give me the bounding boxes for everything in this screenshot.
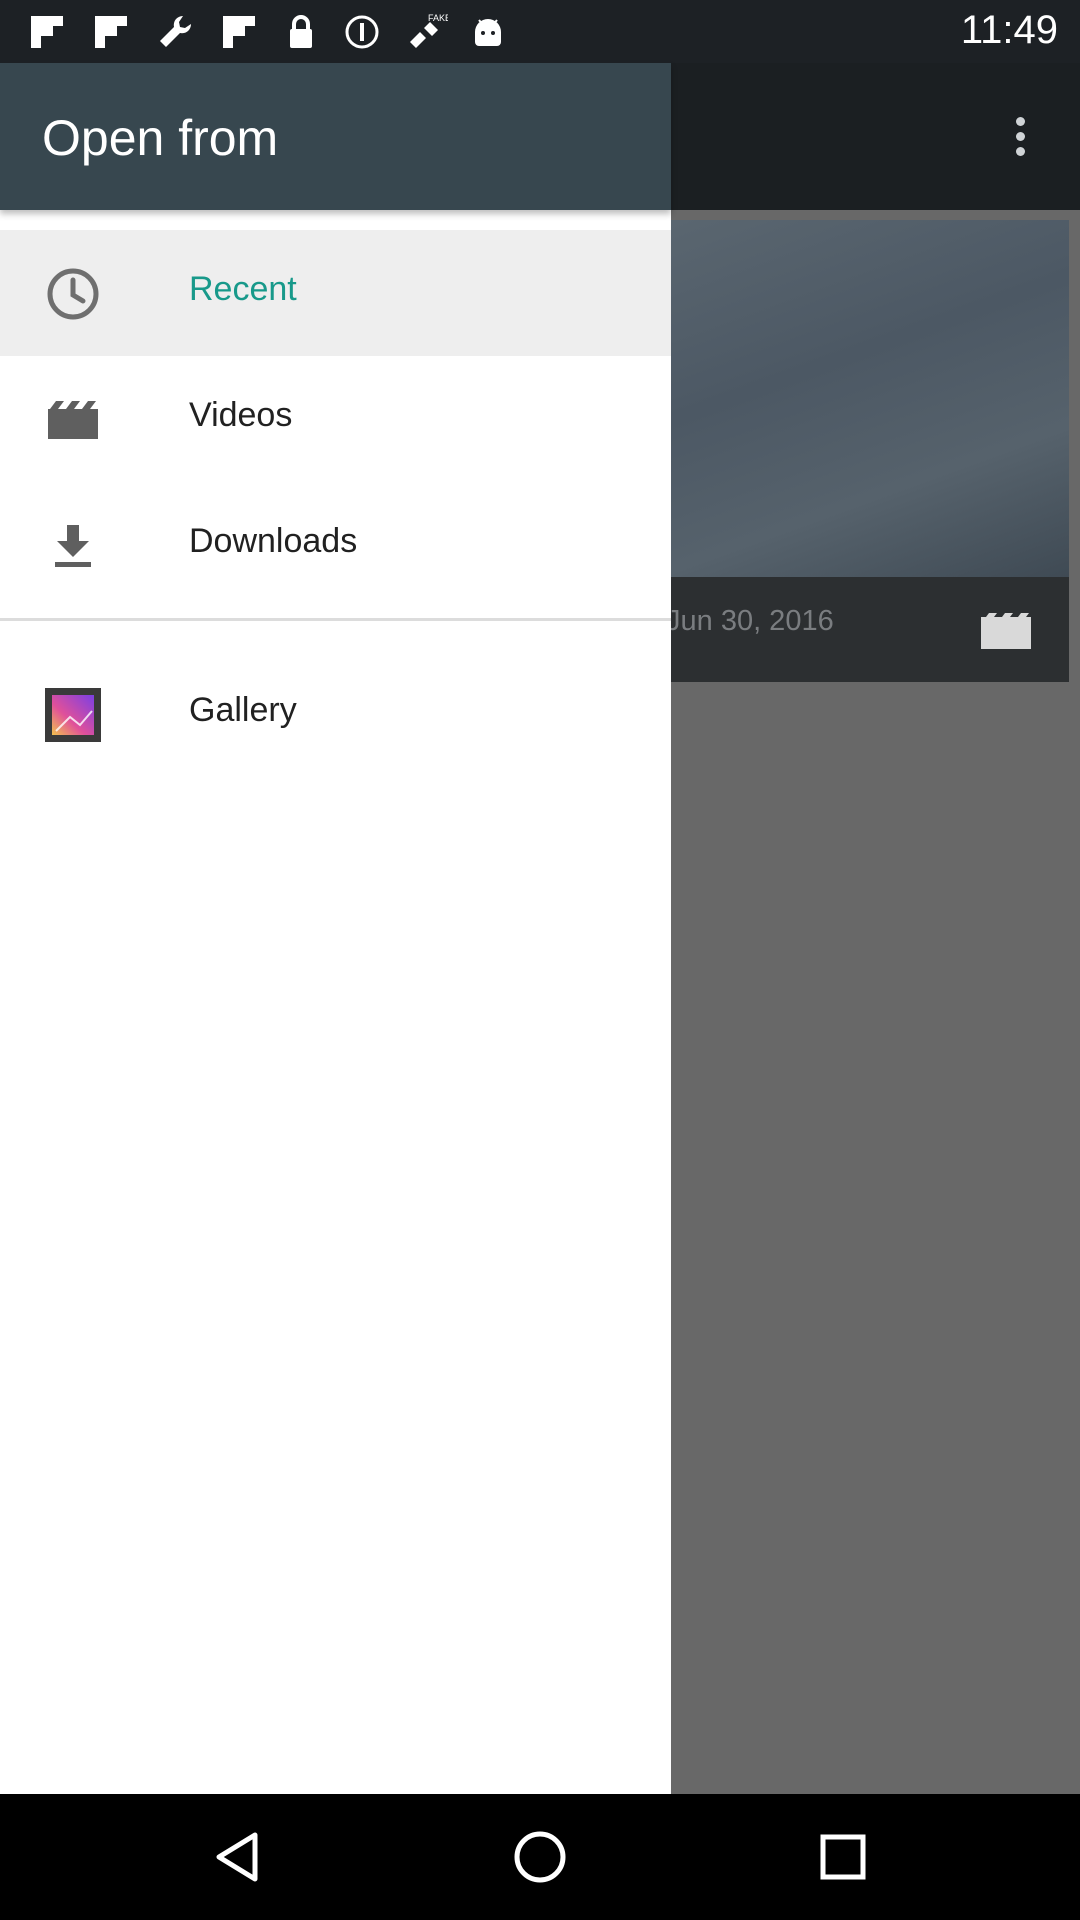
- drawer-item-label: Downloads: [189, 522, 358, 560]
- status-bar: FAKE 11:49: [0, 0, 1080, 63]
- navigation-drawer: Open from Recent Videos Downloads Galler…: [0, 63, 671, 1794]
- video-date: Jun 30, 2016: [671, 605, 834, 637]
- overflow-menu-button[interactable]: [960, 63, 1080, 210]
- system-navigation-bar: [0, 1794, 1080, 1920]
- drawer-title-clip: Open from: [0, 63, 290, 197]
- recents-icon[interactable]: [810, 1824, 876, 1890]
- download-icon: [44, 517, 102, 575]
- home-icon[interactable]: [507, 1824, 573, 1890]
- drawer-divider: [0, 618, 671, 621]
- video-clapper-icon: [44, 391, 102, 449]
- drawer-item-gallery[interactable]: Gallery: [0, 651, 671, 777]
- drawer-title: Open from: [42, 110, 279, 166]
- android-icon: [475, 19, 501, 46]
- wrench-icon: [160, 15, 192, 47]
- clock-icon: [44, 265, 102, 323]
- flipboard-icon: [31, 16, 63, 48]
- drawer-header: Open from: [0, 63, 671, 210]
- more-vert-icon: [1015, 114, 1025, 159]
- info-icon: [345, 15, 379, 49]
- lock-icon: [290, 15, 312, 48]
- back-icon[interactable]: [204, 1824, 270, 1890]
- status-time: 11:49: [960, 8, 1058, 52]
- drawer-list: Recent Videos Downloads Gallery: [0, 230, 671, 777]
- flipboard-icon: [95, 16, 127, 48]
- drawer-item-label: Recent: [189, 270, 297, 308]
- video-thumbnail: [671, 220, 1069, 577]
- drawer-item-downloads[interactable]: Downloads: [0, 482, 671, 608]
- flipboard-icon: [223, 16, 255, 48]
- fake-gps-satellite-icon: FAKE: [410, 13, 448, 48]
- background-video-card[interactable]: Jun 30, 2016: [671, 220, 1069, 682]
- drawer-item-recent[interactable]: Recent: [0, 230, 671, 356]
- drawer-item-videos[interactable]: Videos: [0, 356, 671, 482]
- svg-text:FAKE: FAKE: [428, 13, 448, 23]
- video-caption: Jun 30, 2016: [671, 577, 1069, 682]
- video-clapper-icon: [981, 613, 1031, 649]
- drawer-item-label: Videos: [189, 396, 293, 434]
- drawer-item-label: Gallery: [189, 691, 297, 729]
- gallery-app-icon: [44, 686, 102, 744]
